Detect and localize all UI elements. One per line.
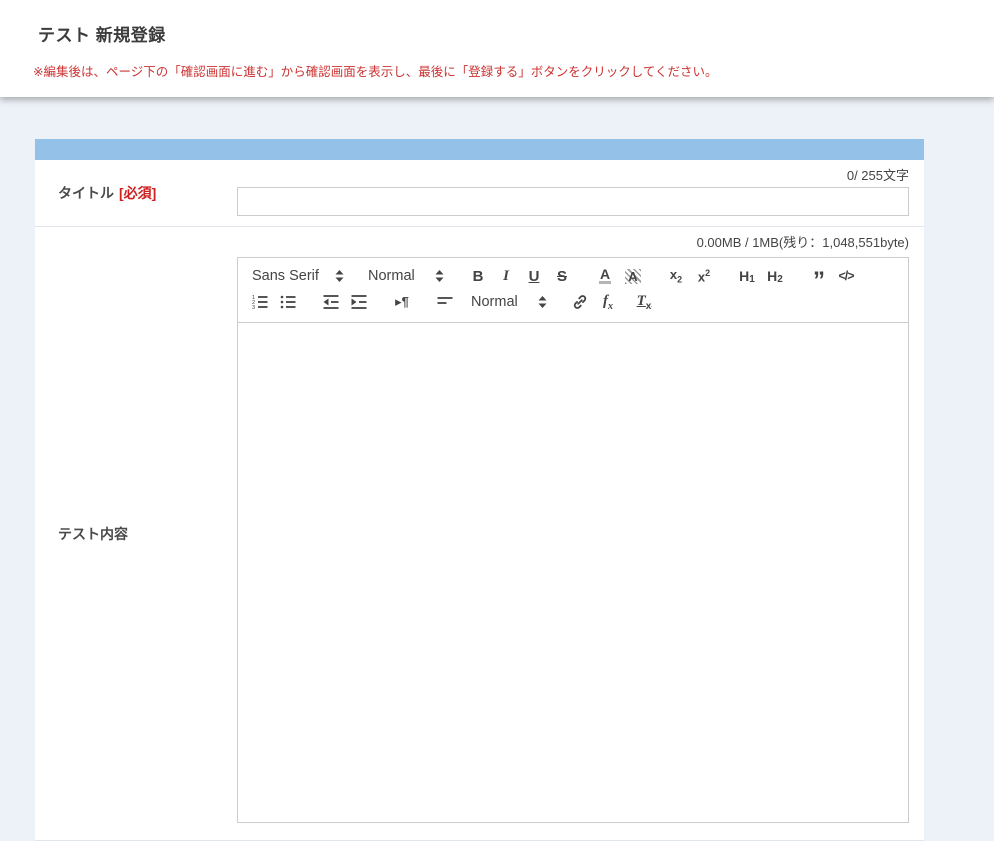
align-group: Normal — [431, 290, 551, 314]
block-group: ” </> — [804, 264, 860, 288]
title-label-cell: タイトル [必須] — [35, 160, 237, 226]
content-label-cell: テスト内容 — [35, 227, 237, 840]
toolbar-row-2: 123 — [246, 289, 900, 315]
bold-button[interactable]: B — [464, 264, 492, 288]
bullet-list-icon — [279, 293, 297, 311]
header-group: H1 H2 — [733, 264, 789, 288]
content-size-info: 0.00MB / 1MB(残り：1,048,551byte) — [237, 234, 909, 252]
ordered-list-button[interactable]: 123 — [246, 290, 274, 314]
formula-icon: fx — [603, 293, 613, 312]
italic-button[interactable]: I — [492, 264, 520, 288]
subscript-button[interactable]: x2 — [662, 264, 690, 288]
code-block-icon: </> — [838, 269, 853, 283]
background-color-button[interactable]: A — [619, 264, 647, 288]
header1-button[interactable]: H1 — [733, 264, 761, 288]
color-group: A A — [591, 264, 647, 288]
toolbar-row-1: Sans Serif Normal B — [246, 263, 900, 289]
content-field-cell: 0.00MB / 1MB(残り：1,048,551byte) Sans Seri… — [237, 227, 924, 840]
ordered-list-icon: 123 — [251, 293, 269, 311]
underline-icon: U — [529, 268, 540, 285]
editor-content-area[interactable] — [238, 323, 908, 822]
strikethrough-button[interactable]: S — [548, 264, 576, 288]
outdent-button[interactable] — [317, 290, 345, 314]
content-row: テスト内容 0.00MB / 1MB(残り：1,048,551byte) San… — [35, 227, 924, 841]
blockquote-icon: ” — [813, 266, 823, 286]
page-header: テスト 新規登録 ※編集後は、ページ下の「確認画面に進む」から確認画面を表示し、… — [0, 0, 994, 97]
link-button[interactable] — [566, 290, 594, 314]
font-family-picker-label: Sans Serif — [252, 268, 319, 284]
registration-form: タイトル [必須] 0/ 255文字 テスト内容 0.00MB / 1MB(残り… — [35, 139, 924, 841]
text-direction-button[interactable]: ▸¶ — [388, 290, 416, 314]
title-char-counter: 0/ 255文字 — [237, 167, 909, 185]
formula-button[interactable]: fx — [594, 290, 622, 314]
indent-button[interactable] — [345, 290, 373, 314]
bullet-list-button[interactable] — [274, 290, 302, 314]
list-group: 123 — [246, 290, 302, 314]
align-button[interactable] — [431, 290, 459, 314]
bold-icon: B — [473, 268, 484, 285]
svg-text:3: 3 — [252, 305, 255, 311]
title-row: タイトル [必須] 0/ 255文字 — [35, 160, 924, 227]
title-input[interactable] — [237, 187, 909, 216]
subscript-icon: x2 — [670, 267, 682, 285]
line-height-picker[interactable]: Normal — [465, 290, 551, 314]
header2-icon: H2 — [767, 268, 783, 285]
blockquote-button[interactable]: ” — [804, 264, 832, 288]
line-height-picker-label: Normal — [471, 294, 518, 310]
content-label: テスト内容 — [58, 524, 128, 544]
inline-format-group: B I U S — [464, 264, 576, 288]
picker-arrows-icon — [538, 295, 547, 309]
indent-icon — [350, 293, 368, 311]
font-family-picker[interactable]: Sans Serif — [246, 264, 348, 288]
font-size-picker[interactable]: Normal — [362, 264, 448, 288]
superscript-button[interactable]: x2 — [690, 264, 718, 288]
required-badge: [必須] — [119, 183, 156, 203]
header2-button[interactable]: H2 — [761, 264, 789, 288]
insert-group: fx Tx — [566, 290, 658, 314]
align-icon — [436, 293, 454, 311]
link-icon — [571, 293, 589, 311]
title-label: タイトル — [58, 183, 114, 203]
font-size-picker-label: Normal — [368, 268, 415, 284]
rich-text-editor: Sans Serif Normal B — [237, 257, 909, 823]
outdent-icon — [322, 293, 340, 311]
clean-format-button[interactable]: Tx — [630, 290, 658, 314]
text-color-icon: A — [599, 268, 611, 284]
picker-arrows-icon — [435, 269, 444, 283]
edit-notice-text: ※編集後は、ページ下の「確認画面に進む」から確認画面を表示し、最後に「登録する」… — [0, 46, 994, 80]
text-color-button[interactable]: A — [591, 264, 619, 288]
page-title: テスト 新規登録 — [0, 0, 994, 46]
italic-icon: I — [503, 268, 509, 285]
code-block-button[interactable]: </> — [832, 264, 860, 288]
background-color-icon: A — [625, 269, 640, 284]
underline-button[interactable]: U — [520, 264, 548, 288]
form-accent-bar — [35, 139, 924, 160]
strikethrough-icon: S — [557, 268, 567, 285]
picker-arrows-icon — [335, 269, 344, 283]
clean-format-icon: Tx — [637, 293, 652, 312]
editor-toolbar: Sans Serif Normal B — [238, 258, 908, 323]
indent-group — [317, 290, 373, 314]
direction-group: ▸¶ — [388, 290, 416, 314]
superscript-icon: x2 — [698, 268, 710, 284]
script-group: x2 x2 — [662, 264, 718, 288]
header1-icon: H1 — [739, 268, 755, 285]
title-field-cell: 0/ 255文字 — [237, 160, 924, 226]
direction-icon: ▸¶ — [395, 294, 409, 310]
